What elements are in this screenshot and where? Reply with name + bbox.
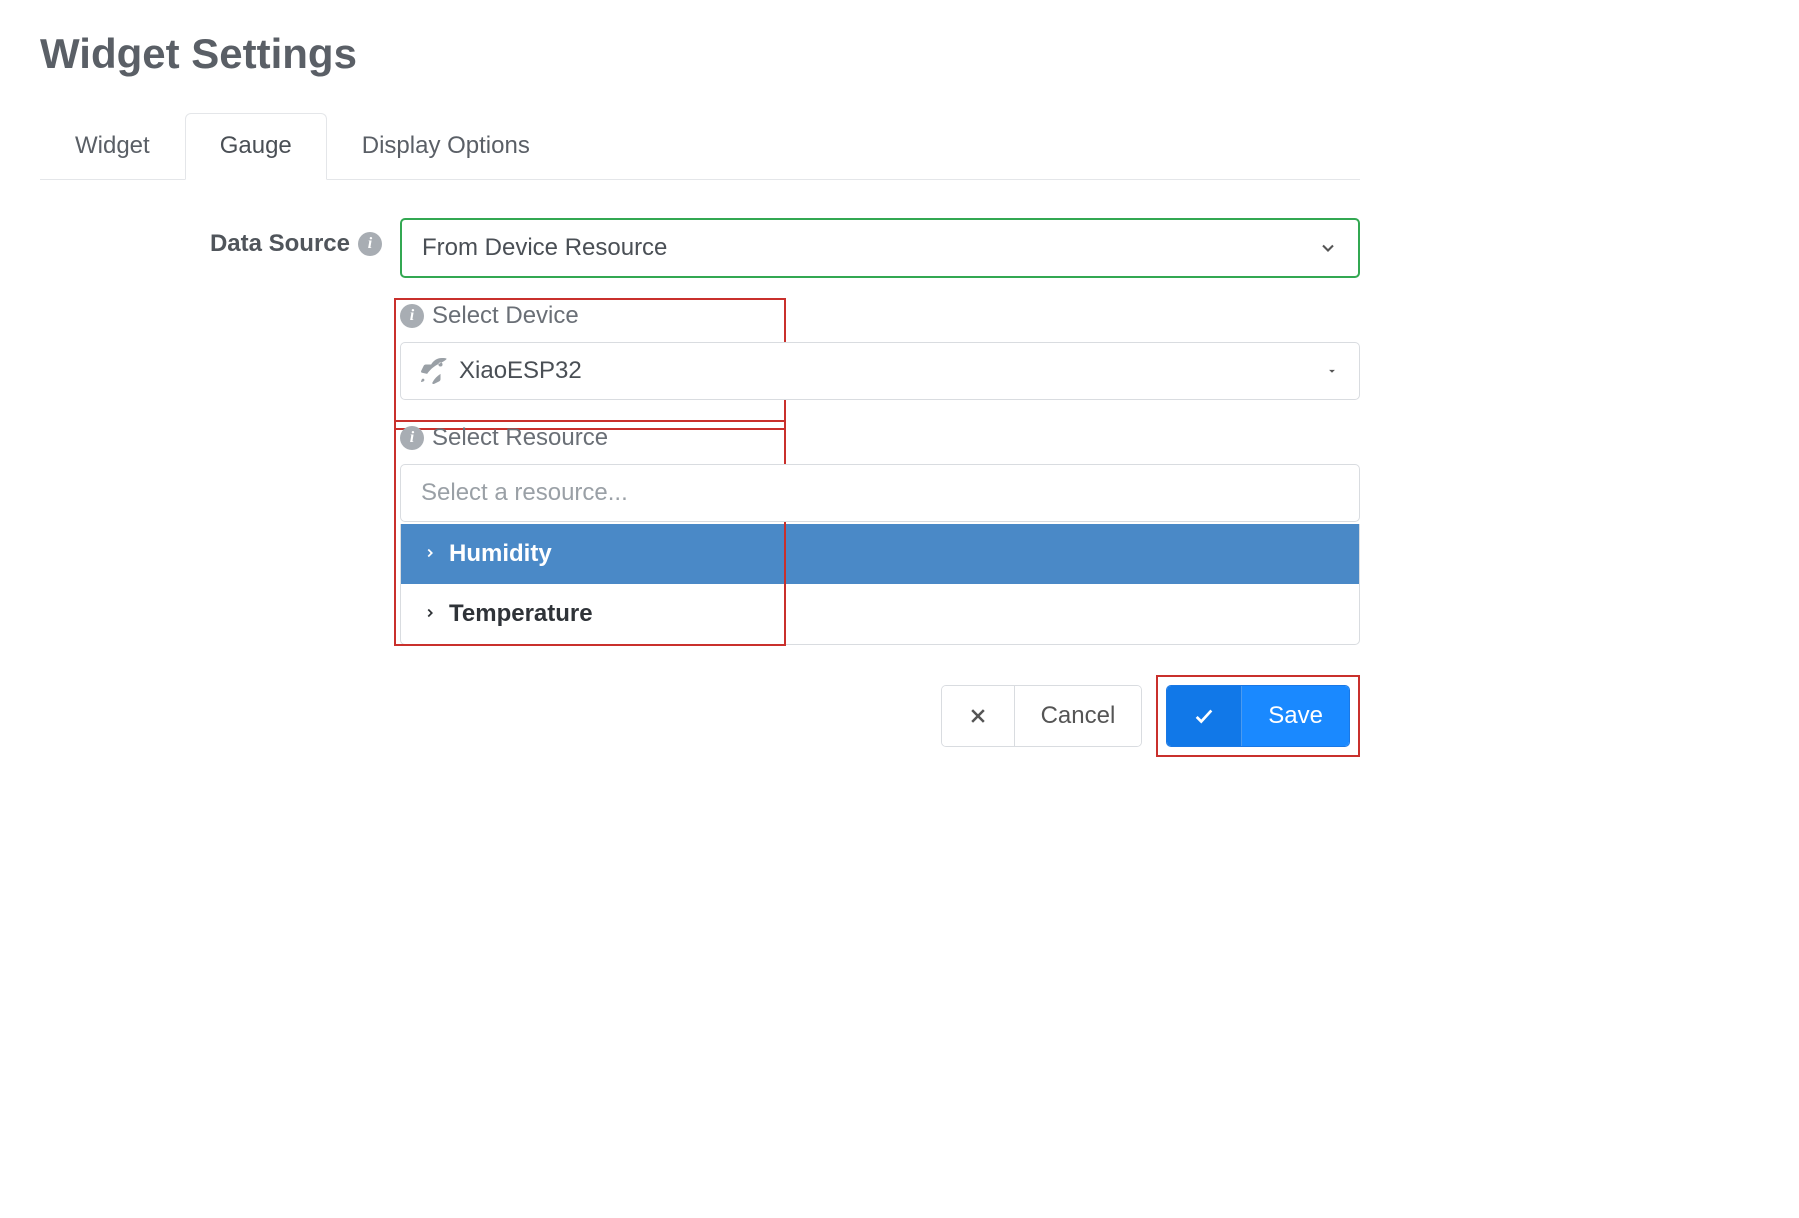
- info-icon[interactable]: i: [358, 232, 382, 256]
- modal-title: Widget Settings: [40, 30, 1360, 78]
- close-icon: [942, 686, 1015, 746]
- data-source-label: Data Source: [210, 230, 350, 258]
- tab-gauge[interactable]: Gauge: [185, 113, 327, 180]
- save-button-label: Save: [1242, 686, 1349, 746]
- widget-settings-modal: Widget Settings Widget Gauge Display Opt…: [40, 30, 1360, 747]
- row-data-source: Data Source i From Device Resource: [40, 218, 1360, 278]
- rocket-icon: [421, 358, 447, 384]
- device-value: XiaoESP32: [459, 357, 582, 385]
- resource-dropdown: Humidity Temperature: [400, 524, 1360, 645]
- chevron-right-icon: [423, 543, 437, 566]
- chevron-down-icon: [1318, 238, 1338, 258]
- form-body: Data Source i From Device Resource i Sel: [40, 180, 1360, 645]
- resource-option-temperature[interactable]: Temperature: [401, 584, 1359, 644]
- tab-widget[interactable]: Widget: [40, 113, 185, 179]
- tabs: Widget Gauge Display Options: [40, 113, 1360, 180]
- resource-option-label: Temperature: [449, 600, 593, 628]
- check-icon: [1167, 686, 1242, 746]
- row-select-resource: i Select Resource Select a resource... H…: [40, 424, 1360, 645]
- resource-option-humidity[interactable]: Humidity: [401, 524, 1359, 584]
- device-select[interactable]: XiaoESP32: [400, 342, 1360, 400]
- data-source-select[interactable]: From Device Resource: [400, 218, 1360, 278]
- save-button[interactable]: Save: [1166, 685, 1350, 747]
- info-icon[interactable]: i: [400, 426, 424, 450]
- info-icon[interactable]: i: [400, 304, 424, 328]
- resource-option-label: Humidity: [449, 540, 552, 568]
- cancel-button[interactable]: Cancel: [941, 685, 1143, 747]
- select-resource-label: Select Resource: [432, 424, 608, 452]
- caret-down-icon: [1325, 364, 1339, 378]
- chevron-right-icon: [423, 603, 437, 626]
- modal-footer: Cancel Save: [40, 685, 1360, 747]
- tab-display-options[interactable]: Display Options: [327, 113, 565, 179]
- data-source-value: From Device Resource: [422, 234, 667, 262]
- row-select-device: i Select Device XiaoESP32: [40, 302, 1360, 400]
- resource-placeholder: Select a resource...: [421, 479, 628, 507]
- cancel-button-label: Cancel: [1015, 686, 1142, 746]
- resource-select[interactable]: Select a resource...: [400, 464, 1360, 522]
- select-device-label: Select Device: [432, 302, 579, 330]
